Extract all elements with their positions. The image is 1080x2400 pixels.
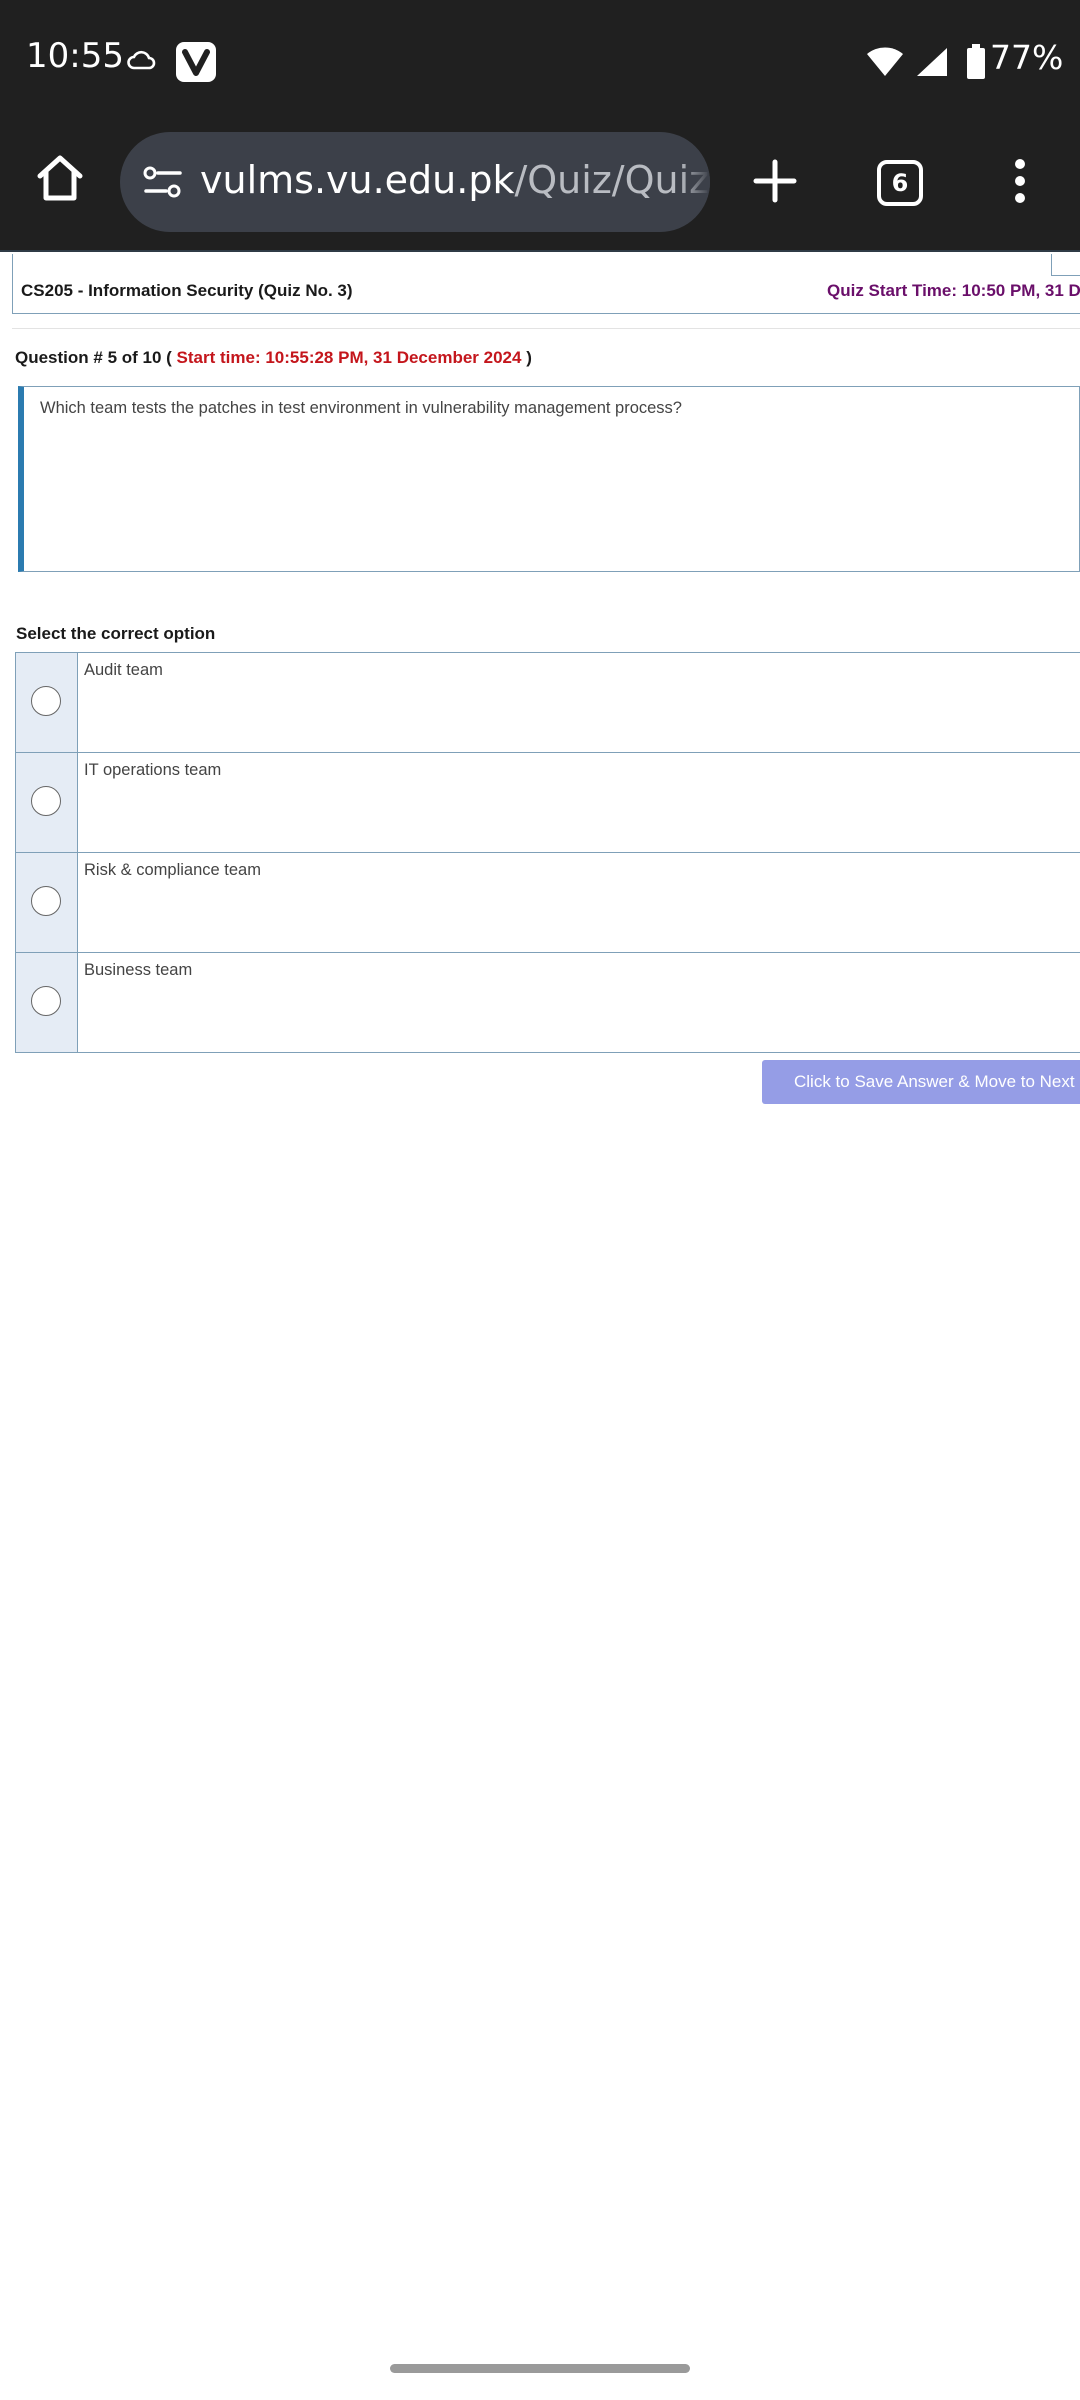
save-answer-next-button[interactable]: Click to Save Answer & Move to Next bbox=[762, 1060, 1080, 1104]
question-heading: Question # 5 of 10 ( Start time: 10:55:2… bbox=[15, 348, 532, 368]
cloud-icon bbox=[126, 46, 156, 77]
option-label: IT operations team bbox=[84, 761, 222, 779]
status-time: 10:55 bbox=[26, 36, 124, 76]
option-row-business-team[interactable]: Business team bbox=[15, 952, 1080, 1053]
select-option-label: Select the correct option bbox=[16, 624, 216, 643]
url-text: vulms.vu.edu.pk/Quiz/QuizQu bbox=[200, 158, 710, 202]
status-bar: 10:55 77% bbox=[0, 0, 1080, 128]
web-page: CS205 - Information Security (Quiz No. 3… bbox=[0, 252, 1080, 2400]
quiz-header: CS205 - Information Security (Quiz No. 3… bbox=[12, 254, 1080, 314]
wifi-icon bbox=[865, 44, 905, 83]
question-text: Which team tests the patches in test env… bbox=[40, 399, 682, 417]
home-icon[interactable] bbox=[34, 152, 86, 204]
option-row-audit-team[interactable]: Audit team bbox=[15, 652, 1080, 753]
course-title: CS205 - Information Security (Quiz No. 3… bbox=[21, 281, 353, 300]
radio-cell bbox=[16, 753, 78, 852]
tabs-icon[interactable]: 6 bbox=[877, 160, 923, 206]
vivaldi-app-icon bbox=[176, 42, 216, 82]
site-settings-icon[interactable] bbox=[142, 164, 184, 205]
more-icon[interactable] bbox=[1012, 156, 1028, 211]
divider bbox=[12, 328, 1080, 329]
question-number: Question # 5 of 10 ( bbox=[15, 348, 172, 367]
option-row-risk-compliance-team[interactable]: Risk & compliance team bbox=[15, 852, 1080, 953]
browser-toolbar: vulms.vu.edu.pk/Quiz/QuizQu 6 bbox=[0, 128, 1080, 252]
question-close-paren: ) bbox=[526, 348, 532, 367]
radio-button[interactable] bbox=[31, 886, 61, 916]
battery-percent: 77% bbox=[990, 38, 1064, 77]
radio-cell bbox=[16, 853, 78, 952]
gesture-bar[interactable] bbox=[390, 2364, 690, 2373]
quiz-start-time: Quiz Start Time: 10:50 PM, 31 De bbox=[827, 281, 1080, 300]
radio-button[interactable] bbox=[31, 786, 61, 816]
option-label: Business team bbox=[84, 961, 193, 979]
url-fade bbox=[680, 132, 710, 232]
option-label: Risk & compliance team bbox=[84, 861, 261, 879]
header-tab bbox=[1051, 254, 1080, 276]
radio-cell bbox=[16, 953, 78, 1052]
plus-icon[interactable] bbox=[750, 156, 800, 211]
radio-cell bbox=[16, 653, 78, 752]
question-box: Which team tests the patches in test env… bbox=[18, 386, 1080, 572]
signal-icon bbox=[915, 46, 949, 83]
option-label: Audit team bbox=[84, 661, 163, 679]
battery-icon bbox=[965, 44, 987, 85]
option-row-it-operations-team[interactable]: IT operations team bbox=[15, 752, 1080, 853]
options-table: Audit team IT operations team Risk & com… bbox=[15, 652, 1080, 1053]
address-bar[interactable]: vulms.vu.edu.pk/Quiz/QuizQu bbox=[120, 132, 710, 232]
radio-button[interactable] bbox=[31, 686, 61, 716]
url-host: vulms.vu.edu.pk bbox=[200, 158, 515, 202]
radio-button[interactable] bbox=[31, 986, 61, 1016]
question-start-time: Start time: 10:55:28 PM, 31 December 202… bbox=[176, 348, 522, 367]
